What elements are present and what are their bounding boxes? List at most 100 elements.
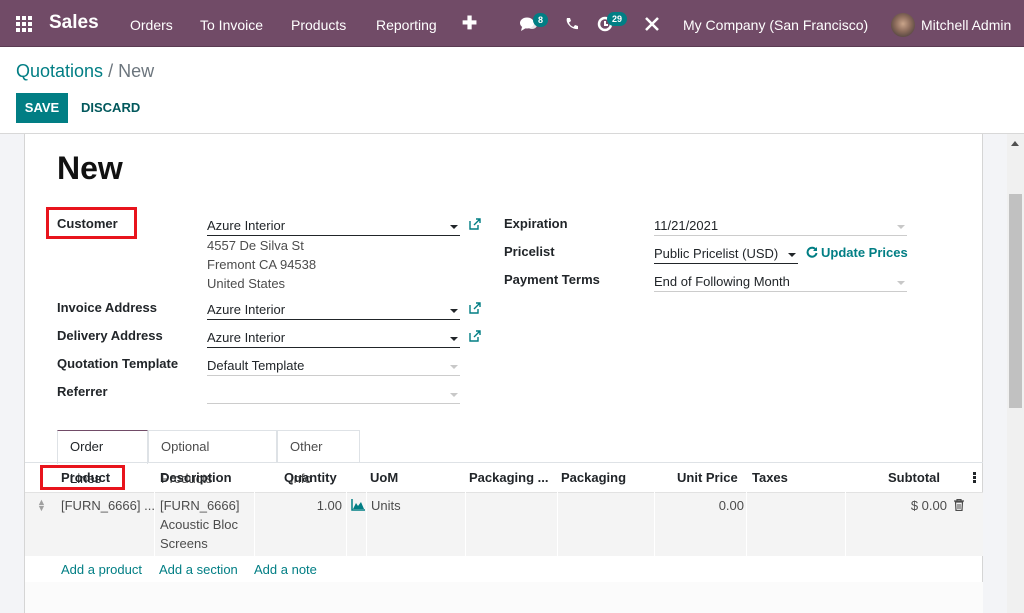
external-link-icon[interactable] bbox=[469, 302, 481, 314]
breadcrumb-separator: / bbox=[103, 61, 119, 81]
dropdown-caret-icon[interactable] bbox=[897, 281, 905, 285]
tab-other-info[interactable]: Other Info bbox=[277, 430, 360, 486]
update-prices-label: Update Prices bbox=[821, 245, 908, 260]
referrer-field[interactable] bbox=[207, 384, 460, 404]
menu-to-invoice[interactable]: To Invoice bbox=[200, 17, 263, 33]
column-header-packaging[interactable]: Packaging bbox=[561, 470, 626, 485]
column-header-unit-price[interactable]: Unit Price bbox=[677, 470, 738, 485]
tabs-divider bbox=[25, 462, 983, 463]
dropdown-caret-icon[interactable] bbox=[450, 337, 458, 341]
messages-badge: 8 bbox=[533, 13, 549, 27]
expiration-value: 11/21/2021 bbox=[654, 218, 719, 233]
user-avatar[interactable] bbox=[891, 13, 915, 37]
referrer-label: Referrer bbox=[57, 384, 108, 399]
delivery-address-value: Azure Interior bbox=[207, 330, 286, 345]
apps-menu-icon[interactable] bbox=[16, 16, 32, 32]
column-separator bbox=[465, 492, 466, 556]
dropdown-caret-icon[interactable] bbox=[450, 393, 458, 397]
customer-address-line1: 4557 De Silva St bbox=[207, 238, 304, 253]
quotation-template-label: Quotation Template bbox=[57, 356, 179, 371]
app-name[interactable]: Sales bbox=[49, 12, 99, 34]
breadcrumb: Quotations / New bbox=[16, 61, 154, 82]
add-product-link[interactable]: Add a product bbox=[61, 562, 142, 577]
dropdown-caret-icon[interactable] bbox=[450, 365, 458, 369]
column-separator bbox=[654, 492, 655, 556]
external-link-icon[interactable] bbox=[469, 218, 481, 230]
drag-handle-icon[interactable]: ▲ ▼ bbox=[37, 498, 46, 513]
breadcrumb-current: New bbox=[118, 61, 155, 81]
cell-description-line3[interactable]: Screens bbox=[160, 536, 208, 551]
phone-icon[interactable] bbox=[565, 17, 578, 33]
column-separator bbox=[254, 492, 255, 556]
column-separator bbox=[746, 492, 747, 556]
payment-terms-field[interactable]: End of Following Month bbox=[654, 272, 907, 292]
forecast-chart-icon[interactable] bbox=[351, 499, 365, 514]
customer-field[interactable]: Azure Interior bbox=[207, 216, 460, 236]
dropdown-caret-icon[interactable] bbox=[897, 225, 905, 229]
pricelist-value: Public Pricelist (USD) bbox=[654, 246, 779, 261]
column-header-subtotal[interactable]: Subtotal bbox=[888, 470, 940, 485]
update-prices-button[interactable]: Update Prices bbox=[806, 245, 908, 260]
top-navbar: Sales Orders To Invoice Products Reporti… bbox=[0, 0, 1024, 47]
cell-product[interactable]: [FURN_6666] ... bbox=[61, 498, 155, 513]
invoice-address-field[interactable]: Azure Interior bbox=[207, 300, 460, 320]
cell-unit-price[interactable]: 0.00 bbox=[680, 498, 744, 513]
column-header-product[interactable]: Product bbox=[61, 470, 110, 485]
payment-terms-label: Payment Terms bbox=[504, 272, 600, 287]
optional-columns-icon[interactable] bbox=[973, 472, 976, 484]
customer-value: Azure Interior bbox=[207, 218, 286, 233]
dropdown-caret-icon[interactable] bbox=[788, 253, 796, 257]
delivery-address-label: Delivery Address bbox=[57, 328, 163, 343]
invoice-address-label: Invoice Address bbox=[57, 300, 157, 315]
column-separator bbox=[557, 492, 558, 556]
column-header-quantity[interactable]: Quantity bbox=[284, 470, 337, 485]
payment-terms-value: End of Following Month bbox=[654, 274, 790, 289]
column-separator bbox=[366, 492, 367, 556]
activities-badge: 29 bbox=[607, 12, 628, 26]
customer-address-line2: Fremont CA 94538 bbox=[207, 257, 317, 272]
column-separator bbox=[346, 492, 347, 556]
scroll-up-icon[interactable] bbox=[1011, 141, 1019, 146]
record-title: New bbox=[57, 150, 123, 186]
customer-address-line3: United States bbox=[207, 276, 286, 291]
tab-order-lines[interactable]: Order Lines bbox=[57, 430, 148, 486]
customer-label: Customer bbox=[57, 216, 118, 231]
column-header-description[interactable]: Description bbox=[160, 470, 232, 485]
save-button[interactable]: SAVE bbox=[16, 93, 68, 123]
cell-description-line1[interactable]: [FURN_6666] bbox=[160, 498, 239, 513]
quotation-template-field[interactable]: Default Template bbox=[207, 356, 460, 376]
dropdown-caret-icon[interactable] bbox=[450, 309, 458, 313]
menu-orders[interactable]: Orders bbox=[130, 17, 173, 33]
cell-subtotal: $ 0.00 bbox=[910, 498, 947, 513]
column-header-packaging-qty[interactable]: Packaging ... bbox=[469, 470, 548, 485]
user-menu[interactable]: Mitchell Admin bbox=[921, 17, 1011, 33]
debug-tools-icon[interactable] bbox=[645, 17, 659, 34]
menu-products[interactable]: Products bbox=[291, 17, 346, 33]
scroll-thumb[interactable] bbox=[1009, 194, 1022, 408]
delivery-address-field[interactable]: Azure Interior bbox=[207, 328, 460, 348]
add-note-link[interactable]: Add a note bbox=[254, 562, 317, 577]
cell-quantity[interactable]: 1.00 bbox=[296, 498, 342, 513]
table-footer bbox=[25, 582, 983, 613]
external-link-icon[interactable] bbox=[469, 330, 481, 342]
trash-icon[interactable] bbox=[954, 498, 964, 514]
expiration-label: Expiration bbox=[504, 216, 568, 231]
cell-description-line2[interactable]: Acoustic Bloc bbox=[160, 517, 238, 532]
pricelist-label: Pricelist bbox=[504, 244, 555, 259]
cell-uom[interactable]: Units bbox=[371, 498, 401, 513]
plus-icon[interactable]: ✚ bbox=[462, 13, 477, 34]
pricelist-field[interactable]: Public Pricelist (USD) bbox=[654, 244, 798, 264]
dropdown-caret-icon[interactable] bbox=[450, 225, 458, 229]
vertical-scrollbar[interactable] bbox=[1007, 134, 1024, 613]
quotation-template-value: Default Template bbox=[207, 358, 305, 373]
tab-optional-products[interactable]: Optional Products bbox=[148, 430, 277, 486]
breadcrumb-quotations[interactable]: Quotations bbox=[16, 61, 103, 81]
column-separator bbox=[845, 492, 846, 556]
discard-button[interactable]: DISCARD bbox=[81, 93, 140, 123]
expiration-field[interactable]: 11/21/2021 bbox=[654, 216, 907, 236]
company-switcher[interactable]: My Company (San Francisco) bbox=[683, 17, 868, 33]
menu-reporting[interactable]: Reporting bbox=[376, 17, 437, 33]
column-header-uom[interactable]: UoM bbox=[370, 470, 398, 485]
add-section-link[interactable]: Add a section bbox=[159, 562, 238, 577]
column-header-taxes[interactable]: Taxes bbox=[752, 470, 788, 485]
